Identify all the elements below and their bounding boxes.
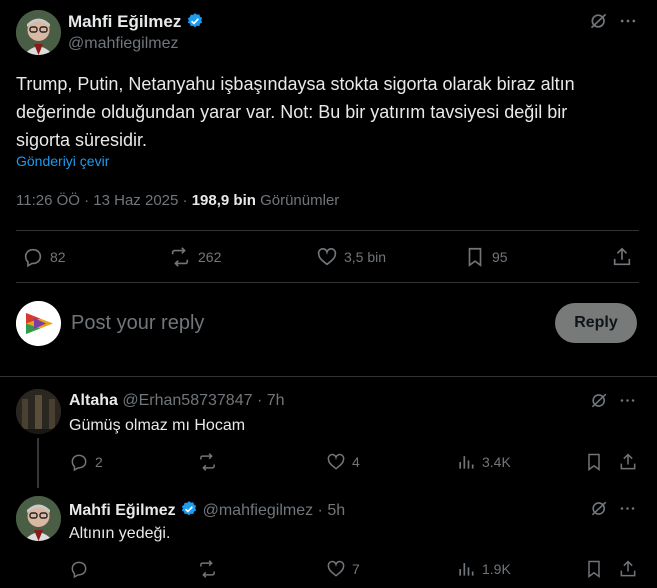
reply-header: Altaha @Erhan58737847 · 7h — [69, 392, 285, 410]
author-name-row[interactable]: Mahfi Eğilmez — [68, 12, 204, 32]
more-icon — [620, 507, 635, 510]
views-action[interactable]: 1.9K — [456, 559, 511, 579]
bookmark-icon — [588, 560, 600, 578]
like-icon — [327, 560, 345, 577]
meta-separator: · — [182, 192, 188, 209]
views-label: Görünümler — [260, 192, 340, 209]
reply-count: 2 — [95, 454, 103, 470]
bookmark-action[interactable]: 95 — [464, 246, 508, 268]
reply-avatar[interactable] — [16, 496, 61, 541]
share-action[interactable] — [618, 452, 638, 472]
views-icon — [459, 563, 474, 576]
reply-author-handle[interactable]: @mahfiegilmez — [203, 502, 314, 519]
repost-icon — [171, 247, 189, 267]
repost-action[interactable]: 262 — [168, 246, 221, 268]
grok-icon — [591, 501, 607, 516]
reply-icon — [71, 454, 87, 472]
author-avatar[interactable] — [16, 10, 61, 55]
views-action[interactable]: 3.4K — [456, 452, 511, 472]
more-button[interactable] — [618, 499, 637, 518]
like-icon — [317, 248, 337, 266]
reply-header: Mahfi Eğilmez @mahfiegilmez · 5h — [69, 500, 345, 520]
reply-time[interactable]: · 5h — [318, 502, 346, 519]
reply-icon — [24, 248, 42, 268]
more-button[interactable] — [618, 391, 637, 410]
reply-icon — [71, 561, 87, 579]
reply-avatar[interactable] — [16, 389, 61, 434]
bookmark-icon — [588, 453, 600, 471]
reply-composer-input[interactable]: Post your reply — [71, 312, 204, 335]
reply-author-name[interactable]: Altaha — [69, 392, 118, 409]
bookmark-action[interactable] — [584, 559, 604, 579]
more-icon — [620, 19, 636, 23]
share-icon — [620, 560, 636, 577]
reply-text: Gümüş olmaz mı Hocam — [69, 417, 246, 434]
repost-icon — [200, 453, 215, 471]
like-count: 7 — [352, 561, 360, 577]
more-icon — [620, 399, 635, 402]
avatar-portrait-icon — [16, 496, 61, 541]
repost-action[interactable] — [197, 452, 224, 472]
more-button[interactable] — [618, 11, 638, 31]
reply-action[interactable] — [69, 559, 95, 579]
grok-icon — [590, 13, 607, 29]
divider — [16, 230, 639, 231]
author-name[interactable]: Mahfi Eğilmez — [68, 12, 181, 31]
like-action[interactable]: 7 — [326, 559, 360, 579]
grok-button[interactable] — [589, 11, 609, 31]
views-count: 3.4K — [482, 454, 511, 470]
like-icon — [327, 453, 345, 470]
reply-action[interactable]: 82 — [22, 246, 66, 268]
bookmark-count: 95 — [492, 249, 508, 265]
repost-action[interactable] — [197, 559, 224, 579]
repost-icon — [200, 560, 215, 578]
views-count: 198,9 bin — [191, 192, 256, 209]
bookmark-icon — [468, 247, 482, 267]
composer-avatar[interactable] — [16, 301, 61, 346]
grok-button[interactable] — [590, 499, 609, 518]
repost-count: 262 — [198, 249, 222, 265]
divider — [0, 376, 657, 377]
share-icon — [613, 247, 631, 266]
reply-text: Altının yedeği. — [69, 525, 171, 542]
tweet-date[interactable]: 13 Haz 2025 — [93, 192, 178, 209]
tweet-text: Trump, Putin, Netanyahu işbaşındaysa sto… — [16, 74, 575, 150]
reply-button[interactable]: Reply — [555, 303, 637, 343]
like-action[interactable]: 3,5 bin — [316, 246, 386, 268]
meta-separator: · — [84, 192, 90, 209]
share-action[interactable] — [611, 246, 633, 268]
reply-time[interactable]: · 7h — [257, 392, 285, 409]
verified-icon — [187, 13, 203, 28]
grok-button[interactable] — [590, 391, 609, 410]
like-action[interactable]: 4 — [326, 452, 360, 472]
reply-author-name[interactable]: Mahfi Eğilmez — [69, 502, 176, 519]
reply-author-handle[interactable]: @Erhan58737847 — [122, 392, 252, 409]
reply-action[interactable]: 2 — [69, 452, 103, 472]
verified-icon — [182, 501, 197, 516]
tweet-time[interactable]: 11:26 ÖÖ — [16, 192, 80, 209]
views-icon — [459, 456, 474, 469]
views-count: 1.9K — [482, 561, 511, 577]
avatar-portrait-icon — [16, 10, 61, 55]
reply-count: 82 — [50, 249, 66, 265]
translate-link[interactable]: Gönderiyi çevir — [16, 153, 109, 169]
divider — [16, 282, 639, 283]
user-logo-icon — [16, 301, 61, 346]
tweet-meta: 11:26 ÖÖ · 13 Haz 2025 · 198,9 bin Görün… — [16, 192, 339, 209]
like-count: 3,5 bin — [344, 249, 387, 265]
grok-icon — [591, 393, 607, 408]
share-action[interactable] — [618, 559, 638, 579]
avatar-photo-icon — [16, 389, 61, 434]
bookmark-action[interactable] — [584, 452, 604, 472]
like-count: 4 — [352, 454, 360, 470]
thread-line — [37, 438, 39, 488]
author-handle[interactable]: @mahfiegilmez — [68, 35, 179, 53]
share-icon — [620, 453, 636, 470]
